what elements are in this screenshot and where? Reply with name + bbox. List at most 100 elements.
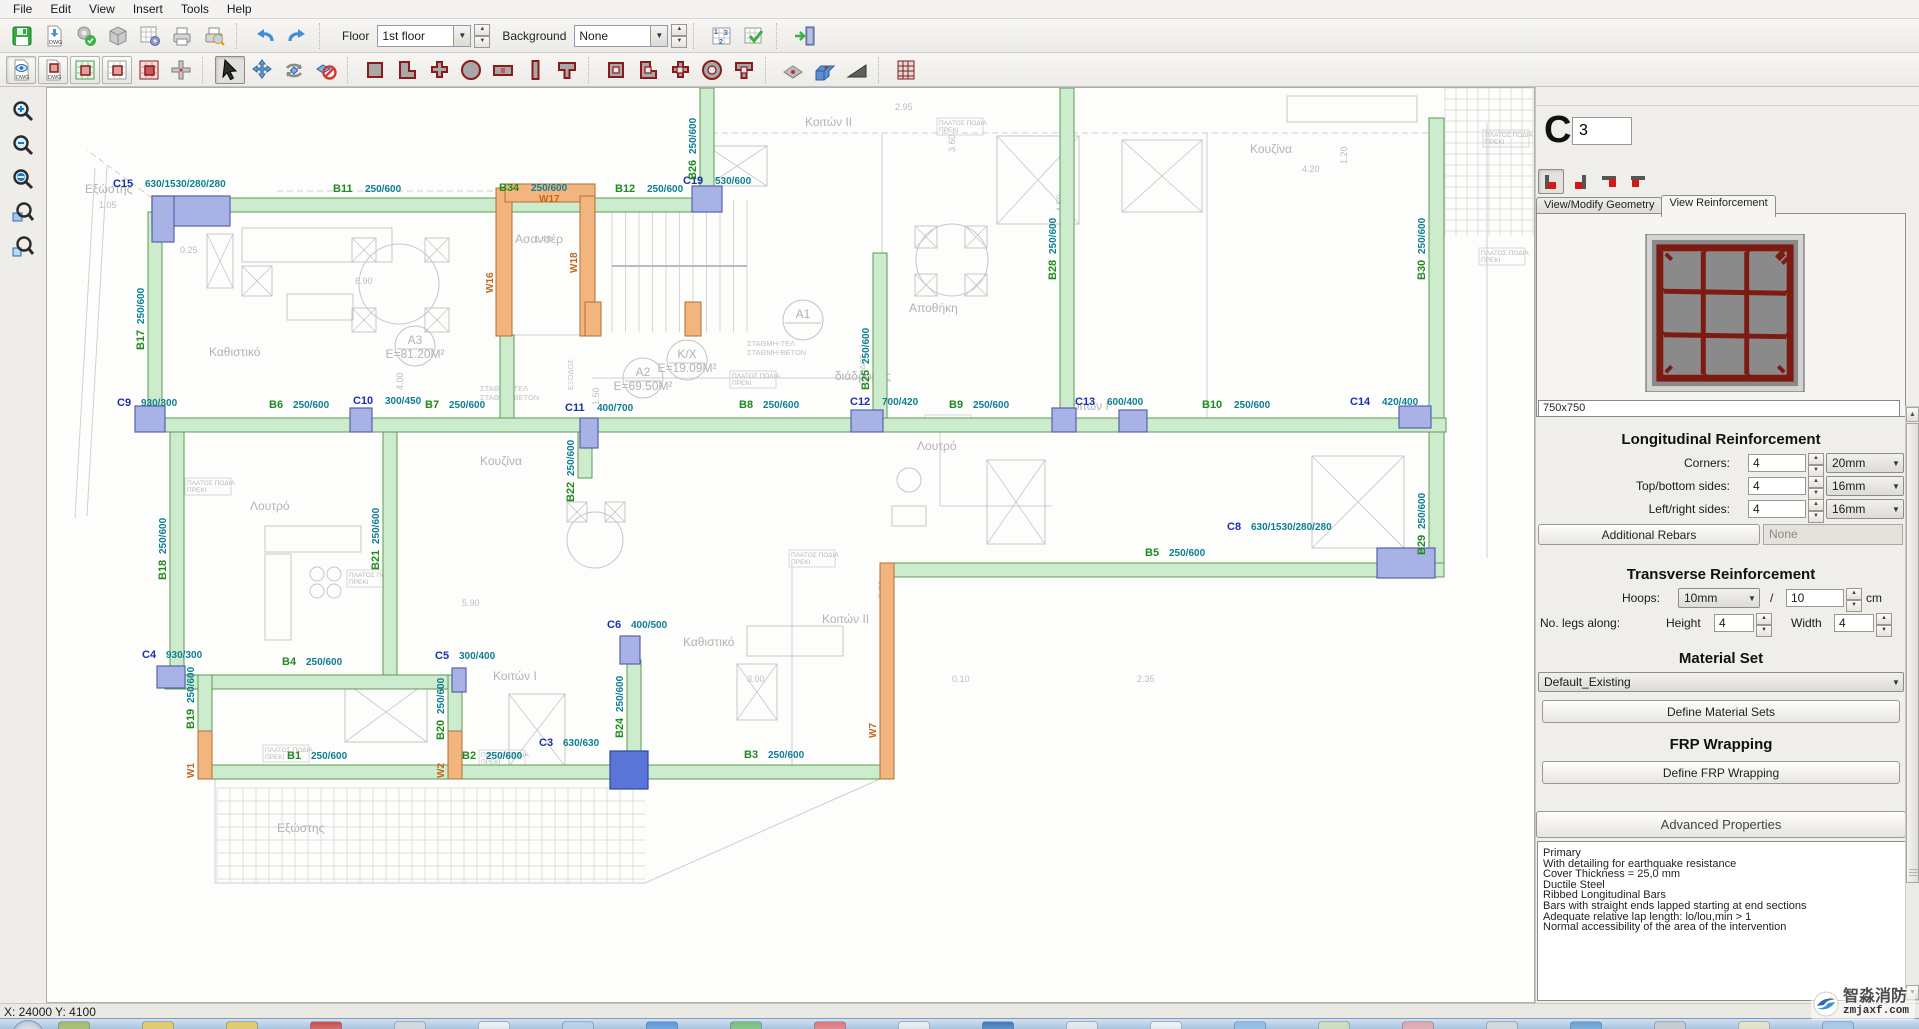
print-preview-icon[interactable] (198, 21, 230, 51)
background-select[interactable]: None ▼ (574, 25, 668, 47)
grid-check-icon[interactable] (738, 21, 770, 51)
sec-bar-icon[interactable] (520, 56, 550, 84)
sec-l-hollow-icon[interactable] (633, 56, 663, 84)
menu-insert[interactable]: Insert (124, 1, 172, 17)
chevron-down-icon[interactable]: ▼ (1889, 505, 1903, 514)
dwg-eye-icon[interactable]: DWG (6, 56, 36, 84)
menu-edit[interactable]: Edit (41, 1, 80, 17)
svg-text:5.90: 5.90 (462, 598, 480, 608)
chevron-down-icon[interactable]: ▼ (453, 26, 470, 46)
sec-rect-hollow-icon[interactable] (601, 56, 631, 84)
floor-plan-canvas[interactable]: ΚαθιστικόΑσανσέρΚοιτών IIΚουζίναΑποθήκηδ… (46, 87, 1535, 1003)
sec-wall-icon[interactable] (488, 56, 518, 84)
page-column-icon[interactable]: DWG (38, 56, 68, 84)
redo-icon[interactable] (281, 21, 313, 51)
sec-l-icon[interactable] (392, 56, 422, 84)
chevron-down-icon[interactable]: ▼ (1745, 594, 1759, 603)
sec-rect-icon[interactable] (360, 56, 390, 84)
tab-view-reinforcement[interactable]: View Reinforcement (1661, 195, 1775, 217)
svg-text:3: 3 (724, 30, 728, 37)
chevron-down-icon[interactable]: ▼ (1889, 678, 1903, 687)
leftright-diameter-select[interactable]: 16mm ▼ (1826, 499, 1904, 519)
additional-rebars-button[interactable]: Additional Rebars (1538, 524, 1760, 545)
leftright-count-input[interactable]: 4 (1748, 500, 1806, 518)
zoom-previous-button[interactable] (6, 231, 40, 263)
legs-width-spinner[interactable]: ▲▼ (1876, 613, 1892, 637)
define-material-sets-button[interactable]: Define Material Sets (1542, 700, 1900, 723)
delete-icon[interactable] (311, 56, 341, 84)
sec-tee-icon[interactable] (552, 56, 582, 84)
grid-column-green-icon[interactable] (70, 56, 100, 84)
floor-spinner[interactable]: ▲▼ (474, 24, 490, 48)
scrollbar-thumb[interactable] (1906, 423, 1919, 883)
orient-bl-button[interactable] (1538, 169, 1564, 194)
background-spinner[interactable]: ▲▼ (671, 24, 687, 48)
move-icon[interactable] (247, 56, 277, 84)
grid-numbers-icon[interactable]: 132 (706, 21, 738, 51)
cube-icon[interactable] (102, 21, 134, 51)
topbottom-diameter-select[interactable]: 16mm ▼ (1826, 476, 1904, 496)
advanced-properties-header[interactable]: Advanced Properties (1536, 811, 1906, 838)
orient-br-button[interactable] (1567, 169, 1593, 194)
select-arrow-icon[interactable] (215, 56, 245, 84)
svg-text:Α2: Α2 (636, 365, 651, 379)
scroll-up-arrow[interactable]: ▲ (1906, 407, 1919, 422)
legs-width-input[interactable]: 4 (1834, 614, 1874, 632)
sec-tee-hollow-icon[interactable] (729, 56, 759, 84)
menu-tools[interactable]: Tools (172, 1, 218, 17)
beam-3d-icon[interactable] (810, 56, 840, 84)
legs-height-input[interactable]: 4 (1714, 614, 1754, 632)
rotate-icon[interactable] (279, 56, 309, 84)
gears-check-icon[interactable] (70, 21, 102, 51)
corners-count-input[interactable]: 4 (1748, 454, 1806, 472)
chevron-down-icon[interactable]: ▼ (650, 26, 667, 46)
grid-gear-icon[interactable] (134, 21, 166, 51)
section-size-field[interactable]: 750x750 (1538, 400, 1900, 417)
grid-column-red-icon[interactable] (134, 56, 164, 84)
corners-spinner[interactable]: ▲▼ (1808, 453, 1824, 477)
zoom-window-button[interactable] (6, 197, 40, 229)
undo-icon[interactable] (249, 21, 281, 51)
orient-tr-button[interactable] (1596, 169, 1622, 194)
svg-text:0.10: 0.10 (952, 674, 970, 684)
column-cross-icon[interactable] (166, 56, 196, 84)
chevron-down-icon[interactable]: ▼ (1889, 459, 1903, 468)
hoops-spacing-spinner[interactable]: ▲▼ (1846, 588, 1862, 612)
menu-view[interactable]: View (80, 1, 124, 17)
zoom-in-button[interactable] (6, 95, 40, 127)
exit-door-icon[interactable] (789, 21, 821, 51)
hoops-diameter-select[interactable]: 10mm ▼ (1678, 588, 1760, 608)
section-number-input[interactable] (1572, 117, 1632, 145)
topbottom-spinner[interactable]: ▲▼ (1808, 476, 1824, 500)
panel-scrollbar[interactable]: ▲ ▼ (1905, 406, 1919, 1001)
zoom-out-button[interactable] (6, 129, 40, 161)
chevron-down-icon[interactable]: ▼ (1889, 482, 1903, 491)
corners-diameter-select[interactable]: 20mm ▼ (1826, 453, 1904, 473)
menu-file[interactable]: File (4, 1, 41, 17)
grid-column-icon[interactable] (102, 56, 132, 84)
sec-circle-hollow-icon[interactable] (697, 56, 727, 84)
material-set-select[interactable]: Default_Existing ▼ (1538, 672, 1904, 692)
floor-label: Floor (342, 29, 369, 43)
sec-cross-icon[interactable] (424, 56, 454, 84)
hoops-spacing-input[interactable]: 10 (1786, 589, 1844, 607)
define-frp-wrapping-button[interactable]: Define FRP Wrapping (1542, 761, 1900, 784)
dwg-import-icon[interactable]: DWG (38, 21, 70, 51)
leftright-spinner[interactable]: ▲▼ (1808, 499, 1824, 523)
zoom-extents-button[interactable] (6, 163, 40, 195)
svg-text:B12: B12 (615, 183, 635, 195)
menu-help[interactable]: Help (218, 1, 261, 17)
windows-taskbar[interactable] (0, 1018, 1919, 1029)
save-icon[interactable] (6, 21, 38, 51)
sec-cross-hollow-icon[interactable] (665, 56, 695, 84)
topbottom-count-input[interactable]: 4 (1748, 477, 1806, 495)
building-3d-icon[interactable] (891, 56, 921, 84)
printer-icon[interactable] (166, 21, 198, 51)
floor-select[interactable]: 1st floor ▼ (377, 25, 471, 47)
sec-circle-icon[interactable] (456, 56, 486, 84)
toolbar-separator (693, 23, 700, 49)
legs-height-spinner[interactable]: ▲▼ (1756, 613, 1772, 637)
ramp-icon[interactable] (842, 56, 872, 84)
orient-tl-button[interactable] (1625, 169, 1651, 194)
slab-icon[interactable] (778, 56, 808, 84)
